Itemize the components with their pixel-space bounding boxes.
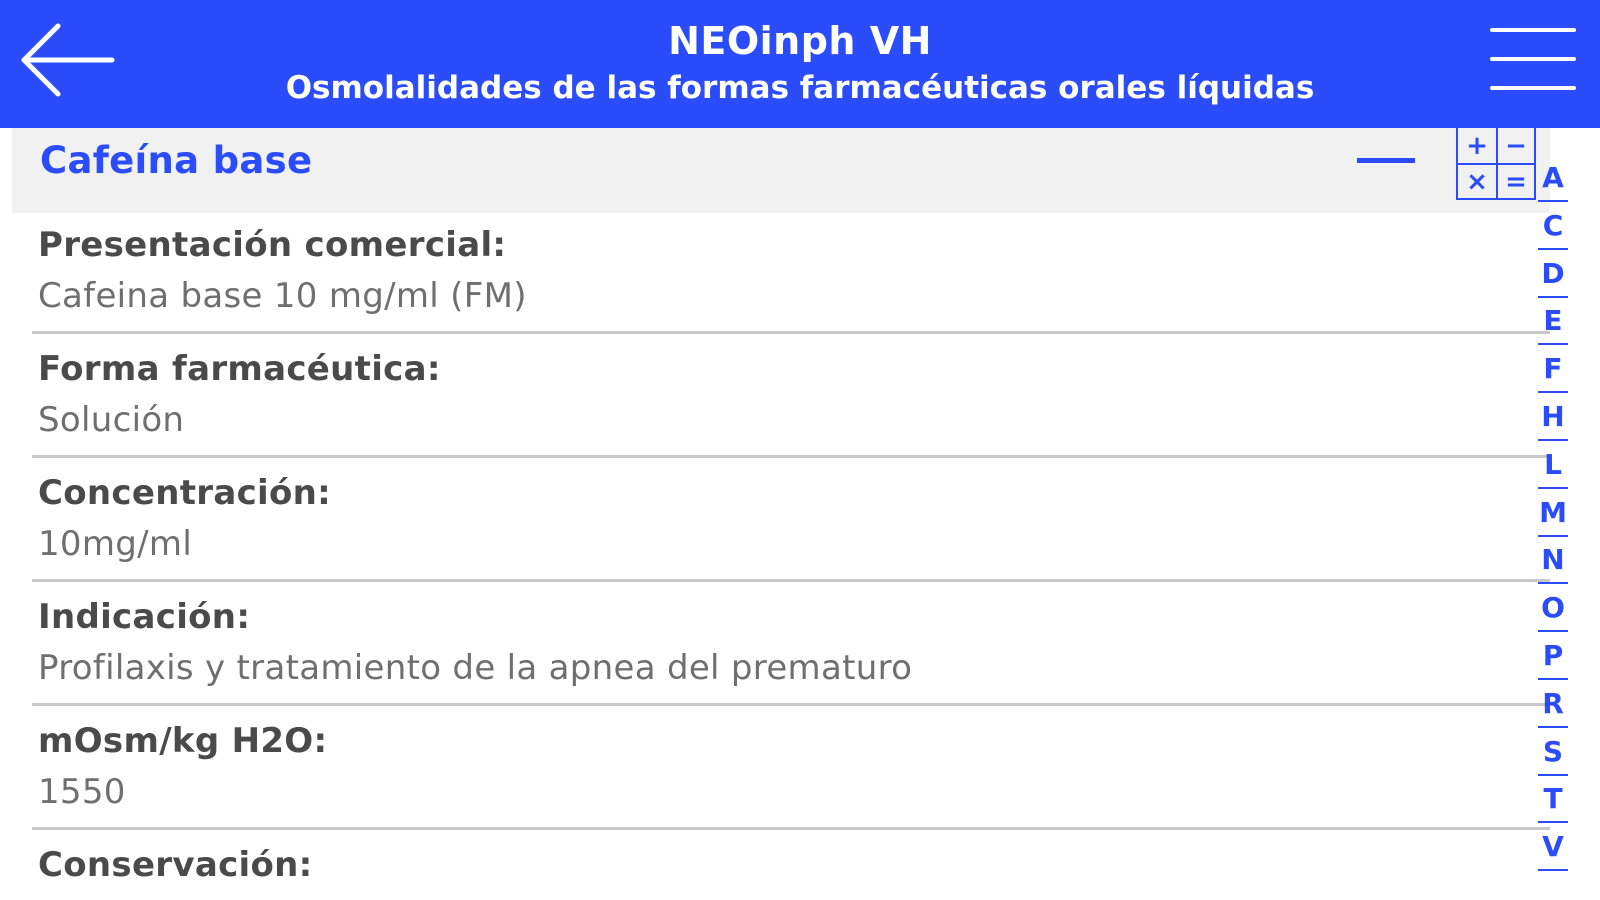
divider [32,455,1550,458]
calculator-plus-icon: + [1466,130,1488,161]
divider [32,579,1550,582]
index-letter-v[interactable]: V [1536,829,1570,871]
calculator-minus-icon: − [1496,128,1534,163]
collapse-button[interactable] [1357,148,1419,172]
field-concentracion: Concentración: 10mg/ml [32,461,1550,585]
alphabet-index: A C D E F H L M N O P R S T V [1530,160,1570,880]
calculator-button[interactable]: + − × = [1456,128,1536,200]
index-letter-p[interactable]: P [1536,638,1570,680]
index-letter-o[interactable]: O [1536,590,1570,632]
field-value: 1550 [38,772,126,812]
index-letter-c[interactable]: C [1536,208,1570,250]
index-letter-t[interactable]: T [1536,781,1570,823]
index-letter-a[interactable]: A [1536,160,1570,202]
field-value: Solución [38,400,185,440]
field-conservacion: Conservación: [32,833,1550,900]
field-value: Cafeina base 10 mg/ml (FM) [38,276,527,316]
section-header[interactable]: Cafeína base + − × = [12,128,1550,213]
menu-button[interactable] [1490,24,1578,94]
app-title: NEOinph VH [668,19,932,63]
divider [32,827,1550,830]
field-label: Indicación: [38,597,251,637]
index-letter-n[interactable]: N [1536,542,1570,584]
index-letter-m[interactable]: M [1536,495,1570,537]
calculator-multiply-icon: × [1458,163,1496,198]
field-label: Conservación: [38,845,313,885]
field-label: Concentración: [38,473,332,513]
field-label: Forma farmacéutica: [38,349,441,389]
index-letter-e[interactable]: E [1536,303,1570,345]
divider [32,703,1550,706]
field-label: mOsm/kg H2O: [38,721,328,761]
field-indicacion: Indicación: Profilaxis y tratamiento de … [32,585,1550,709]
field-label: Presentación comercial: [38,225,507,265]
field-presentacion: Presentación comercial: Cafeina base 10 … [32,213,1550,337]
index-letter-r[interactable]: R [1536,686,1570,728]
header-titles: NEOinph VH Osmolalidades de las formas f… [200,18,1400,110]
section-title: Cafeína base [40,139,313,182]
index-letter-s[interactable]: S [1536,734,1570,776]
divider [32,331,1550,334]
minus-icon [1357,158,1415,163]
index-letter-l[interactable]: L [1536,447,1570,489]
calculator-equals-icon: = [1496,163,1534,198]
back-arrow-icon [21,23,115,97]
back-button[interactable] [18,22,118,98]
field-value: 10mg/ml [38,524,193,564]
field-forma: Forma farmacéutica: Solución [32,337,1550,461]
app-header: NEOinph VH Osmolalidades de las formas f… [0,0,1600,128]
index-letter-f[interactable]: F [1536,351,1570,393]
index-letter-h[interactable]: H [1536,399,1570,441]
field-osmolalidad: mOsm/kg H2O: 1550 [32,709,1550,833]
field-value: Profilaxis y tratamiento de la apnea del… [38,648,913,688]
app-subtitle: Osmolalidades de las formas farmacéutica… [285,70,1315,106]
detail-list[interactable]: Presentación comercial: Cafeina base 10 … [0,213,1550,900]
index-letter-d[interactable]: D [1536,256,1570,298]
